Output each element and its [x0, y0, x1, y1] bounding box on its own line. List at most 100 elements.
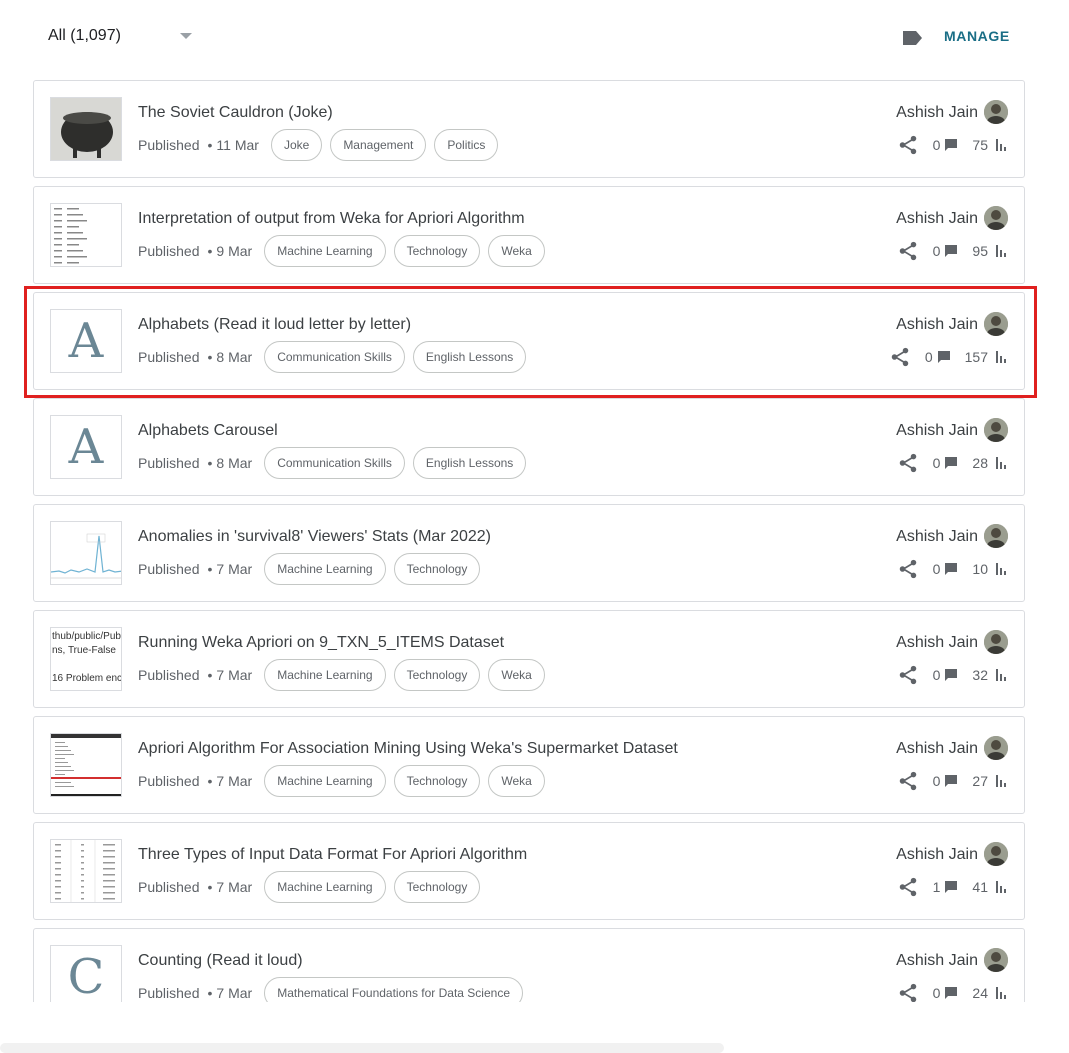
label-chip[interactable]: Politics — [434, 129, 499, 161]
share-icon[interactable] — [897, 982, 919, 1002]
meta-separator: • — [207, 455, 213, 471]
post-thumbnail[interactable]: A — [50, 309, 122, 373]
comment-count: 0 — [932, 455, 941, 471]
label-chip[interactable]: Machine Learning — [264, 765, 386, 797]
post-thumbnail[interactable]: A — [50, 415, 122, 479]
post-filter-dropdown[interactable]: All (1,097) — [38, 18, 208, 54]
thumbnail-text-line: 16 Problem enc — [52, 673, 122, 684]
view-count: 95 — [972, 243, 988, 259]
label-chip[interactable]: Mathematical Foundations for Data Scienc… — [264, 977, 523, 1002]
post-meta: Published • 7 Mar Machine Learning Technolog… — [138, 765, 553, 797]
share-icon[interactable] — [897, 558, 919, 580]
avatar — [984, 206, 1008, 230]
label-chip[interactable]: Machine Learning — [264, 871, 386, 903]
view-count: 24 — [972, 985, 988, 1001]
transaction-table-thumbnail — [54, 208, 87, 264]
data-table-thumbnail — [55, 840, 115, 902]
label-chip[interactable]: Weka — [488, 765, 545, 797]
avatar — [984, 100, 1008, 124]
post-card[interactable]: A Alphabets (Read it loud letter by lette… — [33, 292, 1025, 390]
post-status: Published — [138, 243, 200, 259]
avatar — [984, 418, 1008, 442]
post-card[interactable]: Three Types of Input Data Format For Apr… — [33, 822, 1025, 920]
label-chip[interactable]: English Lessons — [412, 341, 527, 373]
post-thumbnail[interactable]: C — [50, 945, 122, 1002]
label-chip[interactable]: Technology — [393, 659, 481, 691]
post-thumbnail[interactable] — [50, 97, 122, 161]
share-icon[interactable] — [897, 240, 919, 262]
label-chip[interactable]: Weka — [488, 659, 545, 691]
stats-graph-thumbnail — [51, 533, 121, 579]
meta-separator: • — [207, 773, 213, 789]
label-chip[interactable]: Communication Skills — [264, 341, 405, 373]
post-title[interactable]: Interpretation of output from Weka for A… — [138, 210, 525, 228]
label-chip[interactable]: Management — [330, 129, 427, 161]
label-chip[interactable]: Machine Learning — [264, 659, 386, 691]
post-thumbnail[interactable] — [50, 203, 122, 267]
post-status: Published — [138, 879, 200, 895]
label-chip[interactable]: Technology — [393, 871, 481, 903]
post-card[interactable]: C Counting (Read it loud) Published • 7 Mar M… — [33, 928, 1025, 1002]
label-chip[interactable]: Machine Learning — [264, 235, 386, 267]
post-meta: Published • 7 Mar Machine Learning Technolog… — [138, 871, 488, 903]
view-count: 157 — [964, 349, 988, 365]
label-chip[interactable]: English Lessons — [412, 447, 527, 479]
post-title[interactable]: Alphabets Carousel — [138, 422, 278, 440]
post-date: 11 Mar — [216, 137, 259, 153]
post-meta: Published • 8 Mar Communication Skills Engli… — [138, 341, 534, 373]
post-thumbnail[interactable] — [50, 839, 122, 903]
post-card[interactable]: Interpretation of output from Weka for A… — [33, 186, 1025, 284]
post-status: Published — [138, 561, 200, 577]
label-chip[interactable]: Weka — [488, 235, 545, 267]
post-title[interactable]: Alphabets (Read it loud letter by letter… — [138, 316, 411, 334]
post-stats: 0 27 — [897, 769, 1008, 793]
label-chip[interactable]: Technology — [393, 235, 481, 267]
post-status: Published — [138, 773, 200, 789]
post-card[interactable]: thub/public/Pub ns, True-False 16 Problem… — [33, 610, 1025, 708]
post-title[interactable]: Apriori Algorithm For Association Mining… — [138, 740, 678, 758]
label-chip[interactable]: Communication Skills — [264, 447, 405, 479]
post-card[interactable]: The Soviet Cauldron (Joke) Published • 11 M… — [33, 80, 1025, 178]
share-icon[interactable] — [889, 346, 911, 368]
views-bar-chart-icon — [996, 139, 1006, 151]
meta-separator: • — [207, 349, 213, 365]
horizontal-scrollbar[interactable] — [0, 1043, 724, 1053]
label-chip[interactable]: Technology — [393, 553, 481, 585]
share-icon[interactable] — [897, 876, 919, 898]
views-bar-chart-icon — [996, 987, 1006, 999]
share-icon[interactable] — [897, 134, 919, 156]
post-status: Published — [138, 455, 200, 471]
post-card[interactable]: Anomalies in 'survival8' Viewers' Stats … — [33, 504, 1025, 602]
post-date: 8 Mar — [216, 349, 253, 365]
thumbnail-text-line: thub/public/Pub — [52, 631, 121, 642]
share-icon[interactable] — [897, 770, 919, 792]
label-chip[interactable]: Technology — [393, 765, 481, 797]
share-icon[interactable] — [897, 664, 919, 686]
post-thumbnail[interactable] — [50, 521, 122, 585]
post-card[interactable]: Apriori Algorithm For Association Mining… — [33, 716, 1025, 814]
label-chip[interactable]: Machine Learning — [264, 553, 386, 585]
cauldron-thumbnail — [51, 98, 121, 160]
post-date: 9 Mar — [216, 243, 253, 259]
post-title[interactable]: Running Weka Apriori on 9_TXN_5_ITEMS Da… — [138, 634, 504, 652]
post-date: 7 Mar — [216, 879, 253, 895]
post-thumbnail[interactable]: thub/public/Pub ns, True-False 16 Problem… — [50, 627, 122, 691]
post-thumbnail[interactable] — [50, 733, 122, 797]
views-bar-chart-icon — [996, 775, 1006, 787]
post-author: Ashish Jain — [896, 952, 978, 969]
avatar — [984, 312, 1008, 336]
post-title[interactable]: Counting (Read it loud) — [138, 952, 303, 970]
share-icon[interactable] — [897, 452, 919, 474]
post-card[interactable]: A Alphabets Carousel Published • 8 Mar Commun… — [33, 398, 1025, 496]
label-chip[interactable]: Joke — [270, 129, 323, 161]
post-date: 8 Mar — [216, 455, 253, 471]
view-count: 75 — [972, 137, 988, 153]
label-tag-icon[interactable] — [900, 28, 924, 48]
meta-separator: • — [207, 561, 213, 577]
post-title[interactable]: The Soviet Cauldron (Joke) — [138, 104, 333, 122]
post-title[interactable]: Three Types of Input Data Format For Apr… — [138, 846, 527, 864]
manage-button[interactable]: MANAGE — [944, 28, 1010, 48]
post-meta: Published • 7 Mar Machine Learning Technolog… — [138, 659, 553, 691]
post-title[interactable]: Anomalies in 'survival8' Viewers' Stats … — [138, 528, 491, 546]
post-stats: 0 75 — [897, 133, 1008, 157]
